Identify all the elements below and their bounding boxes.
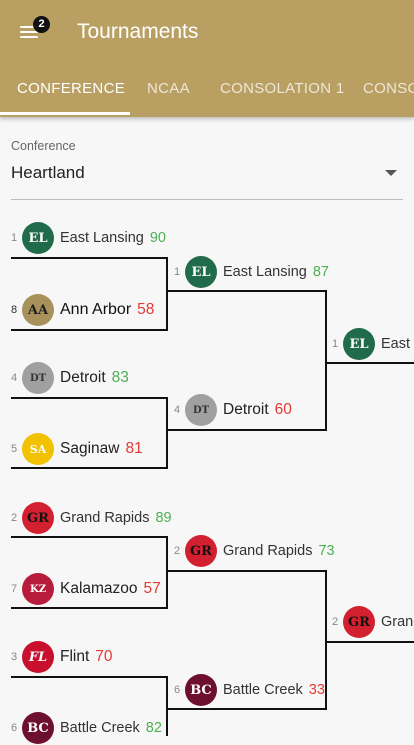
team-logo: EL [22, 222, 54, 254]
seed: 1 [174, 266, 181, 278]
team-logo: GR [185, 535, 217, 567]
team-name: Ann Arbor [60, 301, 132, 318]
team-name: East Lansing [60, 230, 144, 246]
team-score: 90 [149, 230, 166, 246]
team-row[interactable]: 6 BC Battle Creek 33 [174, 673, 325, 707]
team-score: 89 [155, 510, 172, 526]
team-row[interactable]: 6 BC Battle Creek 82 [11, 711, 162, 745]
team-name: East Lansing [223, 264, 307, 280]
team-row[interactable]: 1 EL East Lansing 87 [174, 255, 329, 289]
team-row[interactable]: 7 KZ Kalamazoo 57 [11, 572, 161, 606]
team-logo: EL [343, 328, 375, 360]
team-name: Detroit [223, 401, 269, 418]
team-logo: FL [22, 641, 54, 673]
team-logo: AA [22, 294, 54, 326]
team-score: 73 [318, 543, 335, 559]
team-logo: SA [22, 433, 54, 465]
team-logo: DT [185, 394, 217, 426]
team-row[interactable]: 2 GR Grand Rapids 89 [11, 501, 172, 535]
team-row[interactable]: 2 GR Grand [332, 605, 414, 639]
team-name: Grand Rapids [60, 510, 150, 526]
team-name: Battle Creek [223, 682, 303, 698]
team-score: 57 [143, 580, 161, 597]
team-name: Flint [60, 648, 90, 665]
team-logo: DT [22, 362, 54, 394]
seed: 4 [174, 404, 181, 416]
team-score: 70 [95, 648, 113, 665]
team-logo: KZ [22, 573, 54, 605]
team-logo: BC [185, 674, 217, 706]
seed: 1 [11, 232, 18, 244]
team-row[interactable]: 2 GR Grand Rapids 73 [174, 534, 335, 568]
seed: 7 [11, 583, 18, 595]
seed: 6 [11, 722, 18, 734]
team-name: Battle Creek [60, 720, 140, 736]
seed: 1 [332, 338, 339, 350]
seed: 6 [174, 684, 181, 696]
team-row[interactable]: 4 DT Detroit 83 [11, 361, 129, 395]
seed: 2 [332, 616, 339, 628]
team-score: 82 [145, 720, 162, 736]
seed: 4 [11, 372, 18, 384]
team-row[interactable]: 8 AA Ann Arbor 58 [11, 293, 154, 327]
team-score: 81 [125, 440, 143, 457]
team-name: Grand Rapids [223, 543, 313, 559]
team-name: Grand [381, 614, 414, 630]
seed: 5 [11, 443, 18, 455]
seed: 2 [174, 545, 181, 557]
team-row[interactable]: 4 DT Detroit 60 [174, 393, 292, 427]
team-row[interactable]: 3 FL Flint 70 [11, 640, 113, 674]
team-score: 33 [308, 682, 325, 698]
team-score: 60 [274, 401, 292, 418]
seed: 2 [11, 512, 18, 524]
team-row[interactable]: 1 EL East Lansing 90 [11, 221, 166, 255]
team-score: 83 [111, 369, 129, 386]
team-logo: EL [185, 256, 217, 288]
team-name: Detroit [60, 369, 106, 386]
team-name: East L [381, 336, 414, 352]
seed: 3 [11, 651, 18, 663]
team-logo: BC [22, 712, 54, 744]
team-score: 87 [312, 264, 329, 280]
team-name: Kalamazoo [60, 580, 138, 597]
team-logo: GR [343, 606, 375, 638]
team-row[interactable]: 1 EL East L [332, 327, 414, 361]
team-row[interactable]: 5 SA Saginaw 81 [11, 432, 143, 466]
team-logo: GR [22, 502, 54, 534]
team-name: Saginaw [60, 440, 120, 457]
seed: 8 [11, 304, 18, 316]
team-score: 58 [137, 301, 155, 318]
